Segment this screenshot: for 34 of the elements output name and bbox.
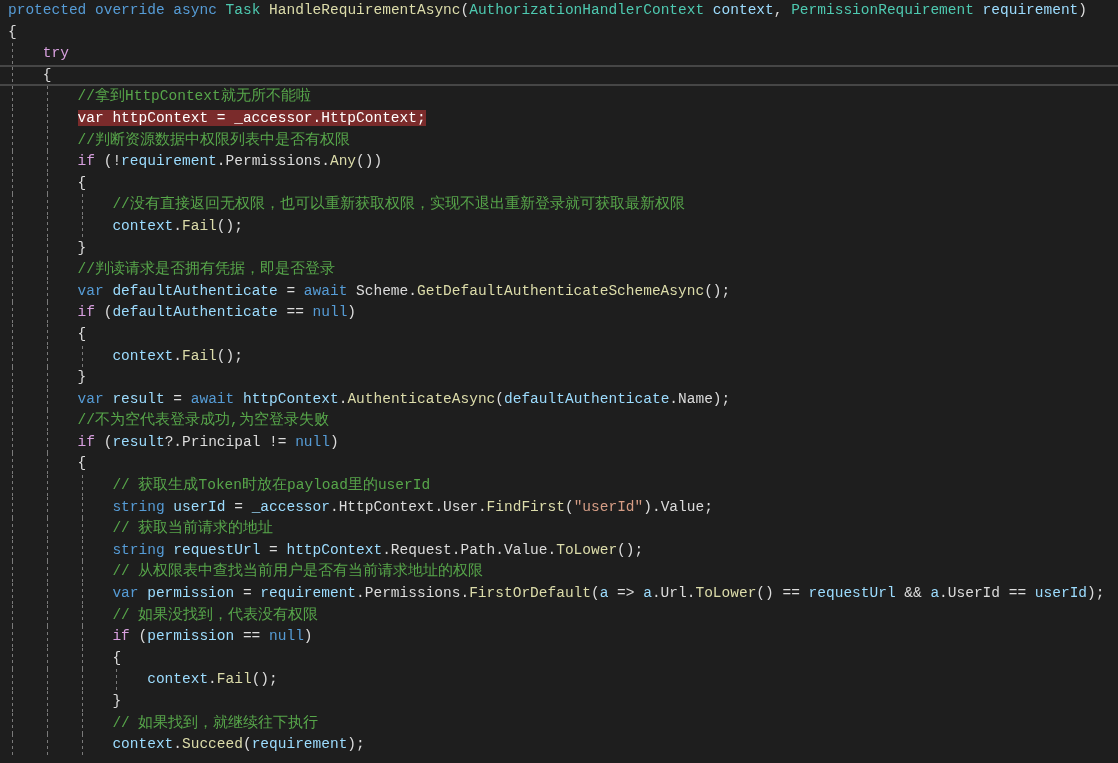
code-line: { bbox=[8, 23, 17, 40]
code-line: } bbox=[112, 693, 122, 709]
code-line: //没有直接返回无权限，也可以重新获取权限，实现不退出重新登录就可获取最新权限 bbox=[112, 196, 685, 213]
code-line: string userId = _accessor.HttpContext.User.FindFirst("userId").Value; bbox=[112, 498, 713, 515]
code-line: //拿到HttpContext就无所不能啦 bbox=[77, 88, 311, 105]
code-line: // 获取生成Token时放在payload里的userId bbox=[112, 477, 431, 494]
code-line: { bbox=[77, 325, 87, 342]
code-line: if (result?.Principal != null) bbox=[77, 433, 339, 450]
code-line: var defaultAuthenticate = await Scheme.GetDefaultAuthenticateSchemeAsync(); bbox=[77, 282, 731, 299]
code-line: //判读请求是否拥有凭据，即是否登录 bbox=[77, 261, 335, 278]
code-line: // 如果找到，就继续往下执行 bbox=[112, 714, 319, 731]
code-line: { bbox=[42, 66, 52, 83]
code-line: if (!requirement.Permissions.Any()) bbox=[77, 153, 383, 170]
code-line: //判断资源数据中权限列表中是否有权限 bbox=[77, 131, 350, 148]
code-line: if (permission == null) bbox=[112, 628, 313, 645]
code-line: protected override async Task HandleRequirementAsync(AuthorizationHandlerContext context, PermissionRequirement requirement) bbox=[8, 2, 1088, 18]
code-line: // 从权限表中查找当前用户是否有当前请求地址的权限 bbox=[112, 563, 484, 580]
code-line: context.Fail(); bbox=[147, 671, 278, 688]
code-line: string requestUrl = httpContext.Request.Path.Value.ToLower(); bbox=[112, 541, 644, 558]
code-line: { bbox=[77, 174, 87, 191]
code-line: // 获取当前请求的地址 bbox=[112, 520, 274, 537]
code-line: { bbox=[77, 455, 87, 472]
code-line: try bbox=[42, 45, 69, 62]
code-line: context.Fail(); bbox=[112, 347, 243, 364]
code-line: var permission = requirement.Permissions.FirstOrDefault(a => a.Url.ToLower() == requestUrl && a.UserId == userId); bbox=[112, 585, 1105, 602]
code-line: var result = await httpContext.AuthenticateAsync(defaultAuthenticate.Name); bbox=[77, 390, 731, 407]
code-line: context.Succeed(requirement); bbox=[112, 736, 365, 753]
code-line: if (defaultAuthenticate == null) bbox=[77, 304, 357, 321]
code-line: { bbox=[112, 649, 122, 666]
code-line: } bbox=[77, 369, 87, 386]
code-line: // 如果没找到，代表没有权限 bbox=[112, 606, 319, 623]
code-line: context.Fail(); bbox=[112, 217, 243, 234]
code-line: } bbox=[77, 239, 87, 256]
code-line: //不为空代表登录成功,为空登录失败 bbox=[77, 412, 329, 429]
